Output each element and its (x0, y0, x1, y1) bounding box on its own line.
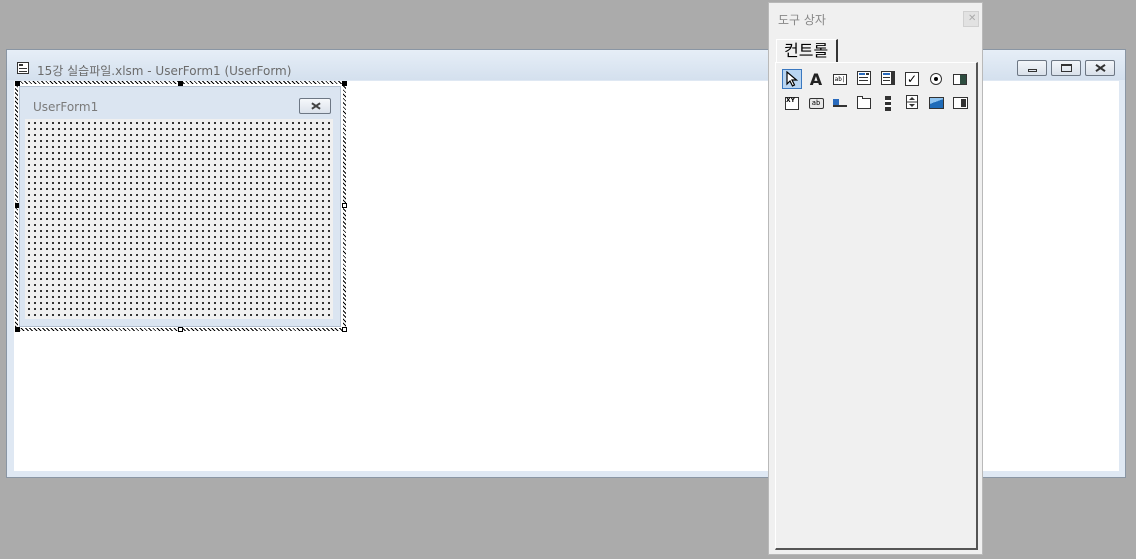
tool-multipage[interactable] (854, 93, 874, 113)
tool-frame[interactable]: XY (782, 93, 802, 113)
tool-textbox[interactable]: ab| (830, 69, 850, 89)
image-icon (928, 97, 944, 109)
toolbox-window[interactable]: 도구 상자 ✕ 컨트롤 A ab| ✓ XY ab (768, 2, 983, 555)
tool-togglebutton[interactable] (950, 69, 970, 89)
resize-handle-bottom-right[interactable] (342, 327, 347, 332)
restore-button[interactable] (1051, 60, 1081, 76)
tool-image[interactable] (926, 93, 946, 113)
refedit-icon (952, 97, 968, 109)
resize-handle-top-right (342, 81, 347, 86)
label-a-icon: A (809, 69, 823, 89)
command-button-icon: ab (808, 97, 824, 109)
tab-controls[interactable]: 컨트롤 (776, 39, 839, 62)
tool-tabstrip[interactable] (830, 93, 850, 113)
tool-commandbutton[interactable]: ab (806, 93, 826, 113)
tool-select-objects[interactable] (782, 69, 802, 89)
close-button[interactable] (1085, 60, 1115, 76)
radio-icon (930, 73, 942, 85)
scrollbar-icon (885, 95, 891, 111)
pointer-icon (786, 71, 798, 87)
textbox-icon: ab| (833, 73, 847, 85)
tabstrip-icon (833, 99, 847, 107)
resize-handle-right[interactable] (342, 203, 347, 208)
tool-label[interactable]: A (806, 69, 826, 89)
toolbox-controls-panel: A ab| ✓ XY ab (775, 62, 978, 550)
tool-checkbox[interactable]: ✓ (902, 69, 922, 89)
minimize-button[interactable] (1017, 60, 1047, 76)
spinbutton-icon (906, 94, 918, 112)
userform-grid-area[interactable] (25, 119, 333, 319)
toggle-icon (953, 73, 967, 85)
tool-combobox[interactable] (854, 69, 874, 89)
designer-title: 15강 실습파일.xlsm - UserForm1 (UserForm) (37, 64, 292, 78)
tool-spinbutton[interactable] (902, 93, 922, 113)
toolbox-close-button[interactable]: ✕ (963, 11, 979, 27)
listbox-icon (881, 70, 895, 88)
multipage-icon (857, 95, 871, 109)
tool-scrollbar[interactable] (878, 93, 898, 113)
toolbox-title: 도구 상자 (778, 13, 826, 27)
resize-handle-bottom[interactable] (178, 327, 183, 332)
close-icon: ✕ (968, 13, 977, 24)
tool-listbox[interactable] (878, 69, 898, 89)
combobox-icon (857, 70, 871, 88)
userform-close-button[interactable] (299, 98, 331, 114)
resize-handle-bottom-left (15, 327, 20, 332)
userform[interactable]: UserForm1 (19, 86, 341, 327)
tool-refedit[interactable] (950, 93, 970, 113)
form-icon (17, 62, 29, 74)
tool-optionbutton[interactable] (926, 69, 946, 89)
checkbox-icon: ✓ (905, 72, 919, 86)
userform-caption: UserForm1 (33, 100, 99, 114)
frame-icon: XY (785, 96, 799, 110)
